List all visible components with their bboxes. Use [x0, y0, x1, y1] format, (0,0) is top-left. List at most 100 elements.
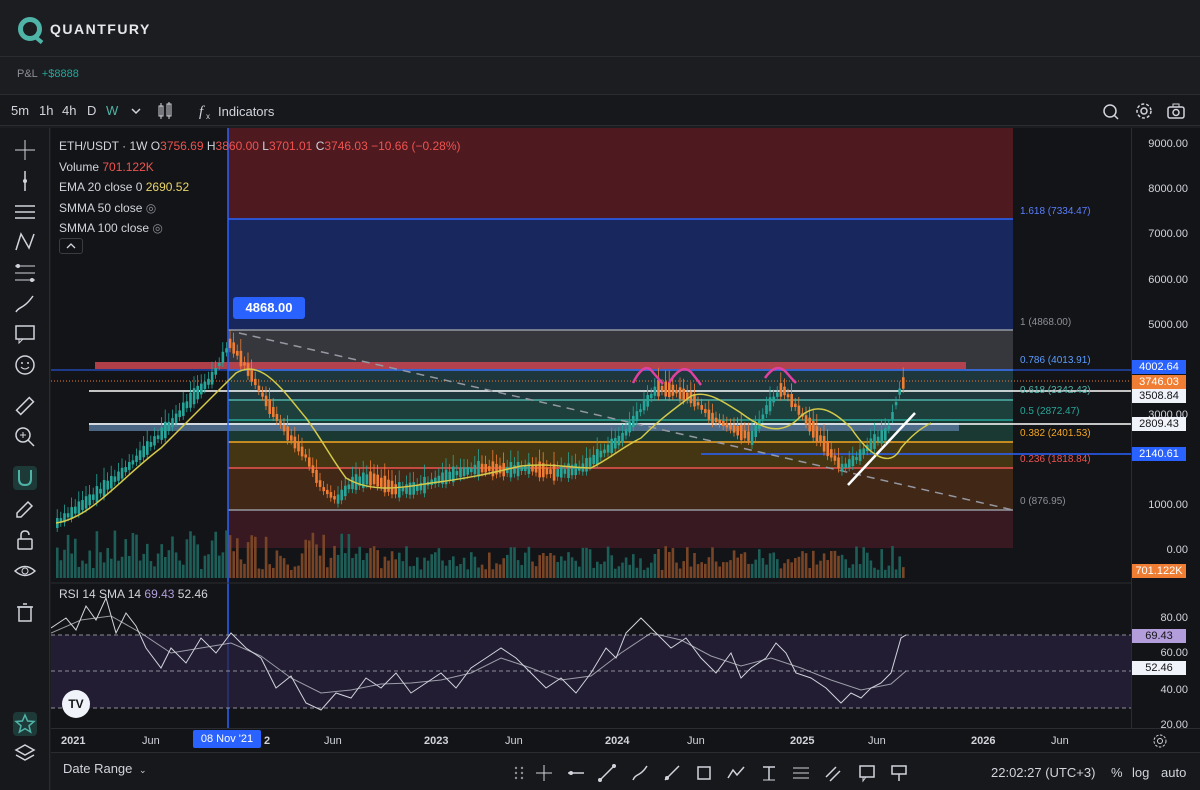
- volume-bar: [898, 556, 901, 578]
- chevron-down-icon[interactable]: [126, 101, 146, 121]
- volume-row[interactable]: Volume 701.122K: [59, 157, 461, 178]
- function-icon[interactable]: fx: [196, 101, 216, 121]
- candle-body: [660, 385, 664, 392]
- smma50-row[interactable]: SMMA 50 close ◎: [59, 198, 461, 219]
- brand-name: QUANTFURY: [50, 21, 151, 37]
- fib-tool-icon[interactable]: [791, 763, 811, 783]
- vertical-line-icon[interactable]: [13, 169, 37, 193]
- layers-icon[interactable]: [13, 742, 37, 766]
- star-icon[interactable]: [13, 712, 37, 736]
- channel-icon[interactable]: [823, 763, 843, 783]
- time-tick: Jun: [142, 735, 160, 747]
- volume-bar: [894, 569, 898, 578]
- timeframe-4h[interactable]: 4h: [62, 103, 76, 118]
- crosshair-icon[interactable]: [13, 138, 37, 162]
- eye-hidden-icon[interactable]: ◎: [152, 221, 162, 235]
- volume-bar: [228, 535, 232, 578]
- volume-bar: [113, 530, 117, 578]
- smma100-row[interactable]: SMMA 100 close ◎: [59, 218, 461, 239]
- trend-line-icon[interactable]: [597, 763, 617, 783]
- volume-bar: [135, 534, 138, 578]
- candle-body: [650, 393, 653, 399]
- candle-body: [815, 426, 819, 443]
- volume-bar: [819, 560, 822, 578]
- camera-icon[interactable]: [1166, 101, 1186, 121]
- candle-body: [203, 381, 207, 390]
- quantfury-logo-icon[interactable]: [18, 17, 42, 41]
- gear-icon[interactable]: [1134, 101, 1154, 121]
- ray-icon[interactable]: [662, 763, 682, 783]
- axis-settings-gear-icon[interactable]: [1152, 733, 1168, 749]
- rsi-legend[interactable]: RSI 14 SMA 14 69.43 52.46: [59, 587, 208, 601]
- volume-bar: [610, 555, 613, 578]
- pencil-lock-icon[interactable]: [13, 497, 37, 521]
- candle-body: [628, 421, 631, 433]
- magnet-icon[interactable]: [13, 466, 37, 490]
- auto-toggle[interactable]: auto: [1161, 765, 1186, 780]
- indicators-button[interactable]: Indicators: [218, 104, 274, 119]
- volume-bar: [866, 552, 869, 578]
- volume-bar: [434, 552, 437, 578]
- volume-bar: [203, 555, 207, 578]
- eye-icon[interactable]: [13, 559, 37, 583]
- log-toggle[interactable]: log: [1132, 765, 1149, 780]
- collapse-legend-button[interactable]: [59, 238, 83, 254]
- ema-row[interactable]: EMA 20 close 0 2690.52: [59, 177, 461, 198]
- volume-bar: [160, 544, 163, 578]
- timeframe-1h[interactable]: 1h: [39, 103, 53, 118]
- volume-bar: [214, 531, 217, 578]
- candle-body: [606, 444, 610, 453]
- volume-bar: [711, 547, 714, 578]
- candle-body: [563, 469, 567, 474]
- price-label-icon[interactable]: [889, 763, 909, 783]
- lock-icon[interactable]: [13, 528, 37, 552]
- candle-body: [128, 462, 131, 470]
- text-note-icon[interactable]: [13, 322, 37, 346]
- volume-bar: [110, 558, 113, 578]
- drag-handle-icon[interactable]: [509, 763, 529, 783]
- symbol-label[interactable]: ETH/USDT · 1W: [59, 139, 147, 153]
- volume-bar: [722, 562, 725, 578]
- zoom-in-icon[interactable]: [13, 425, 37, 449]
- volume-bar: [81, 560, 84, 578]
- volume-tag: 701.122K: [1132, 564, 1186, 578]
- timeframe-w[interactable]: W: [106, 103, 118, 118]
- candle-body: [156, 435, 160, 440]
- tradingview-logo-icon[interactable]: TV: [62, 690, 90, 718]
- timeframe-d[interactable]: D: [87, 103, 96, 118]
- text-tool-icon[interactable]: [759, 763, 779, 783]
- candle-body: [747, 431, 750, 441]
- horizontal-ray-icon[interactable]: [566, 763, 586, 783]
- rectangle-icon[interactable]: [694, 763, 714, 783]
- fib-retracement-icon[interactable]: [13, 261, 37, 285]
- date-range-selector[interactable]: Date Range ⌄: [63, 761, 147, 776]
- alert-icon[interactable]: [1101, 101, 1121, 121]
- candle-body: [894, 402, 898, 406]
- candle-body: [527, 462, 531, 474]
- brush-icon[interactable]: [13, 292, 37, 316]
- candle-body: [92, 494, 95, 500]
- volume-bar: [578, 566, 581, 578]
- candle-body: [484, 464, 487, 473]
- pattern-icon[interactable]: [13, 230, 37, 254]
- volume-bar: [750, 563, 754, 578]
- horizontal-lines-icon[interactable]: [13, 200, 37, 224]
- crosshair-icon[interactable]: [534, 763, 554, 783]
- eye-hidden-icon[interactable]: ◎: [146, 201, 156, 215]
- candles-icon[interactable]: [155, 101, 175, 121]
- trash-icon[interactable]: [13, 600, 37, 624]
- emoji-icon[interactable]: [13, 353, 37, 377]
- volume-bar: [236, 538, 239, 578]
- ruler-icon[interactable]: [13, 394, 37, 418]
- rsi-tick: 80.00: [1160, 612, 1188, 624]
- timeframe-5m[interactable]: 5m: [11, 103, 29, 118]
- candle-body: [675, 390, 678, 394]
- path-icon[interactable]: [726, 763, 746, 783]
- volume-bar: [581, 547, 585, 578]
- volume-bar: [437, 548, 441, 578]
- volume-bar: [693, 553, 696, 578]
- brush-icon[interactable]: [630, 763, 650, 783]
- note-icon[interactable]: [857, 763, 877, 783]
- candle-body: [138, 450, 142, 460]
- percent-toggle[interactable]: %: [1111, 765, 1123, 780]
